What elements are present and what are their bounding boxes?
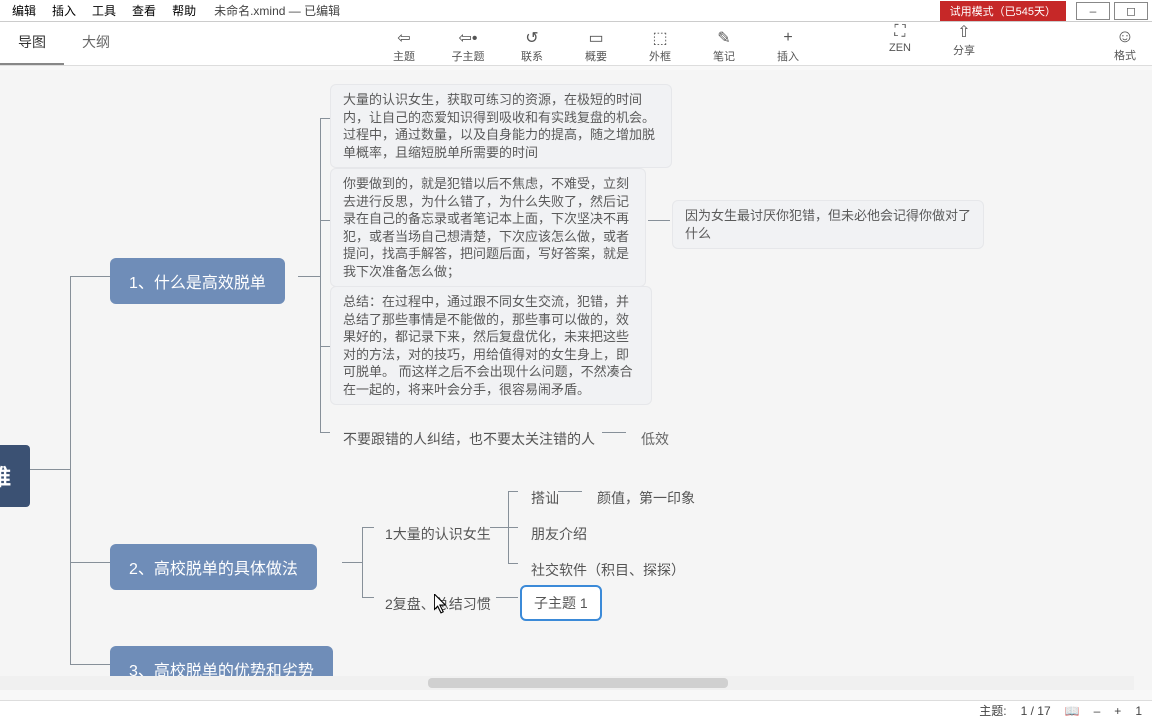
note-icon: ✎ [712,28,736,48]
zoom-percent[interactable]: 1 [1135,704,1142,718]
window-minimize[interactable]: – [1076,2,1110,20]
tab-outline[interactable]: 大纲 [64,22,128,65]
node-2b1-selected[interactable]: 子主题 1 [520,585,602,621]
topic-icon: ⇦ [392,28,416,48]
menu-edit[interactable]: 编辑 [4,0,44,21]
node-2a1[interactable]: 搭讪 [518,481,572,515]
node-2a2[interactable]: 朋友介绍 [518,517,600,551]
connector [320,118,330,119]
toolbar: ⇦主题 ⇦•子主题 ↺联系 ▭概要 ⬚外框 ✎笔记 +插入 ⛶ZEN ⇧分享 [200,22,992,70]
connector [70,562,110,563]
connector [30,469,70,470]
node-root[interactable]: 维 [0,445,30,507]
node-text-1b[interactable]: 你要做到的，就是犯错以后不焦虑，不难受，立刻去进行反思，为什么错了，为什么失败了… [330,168,646,287]
zoom-in-button[interactable]: + [1114,704,1121,718]
summary-icon: ▭ [584,28,608,48]
boundary-icon: ⬚ [648,28,672,48]
window-title: 未命名.xmind — 已编辑 [214,2,940,19]
tool-relationship[interactable]: ↺联系 [504,28,560,64]
tool-format[interactable]: ☺ 格式 [1102,22,1148,67]
menu-bar: 编辑 插入 工具 查看 帮助 未命名.xmind — 已编辑 试用模式（已545… [0,0,1152,22]
status-topic-count: 1 / 17 [1021,704,1051,718]
smile-icon: ☺ [1116,26,1134,47]
tool-boundary[interactable]: ⬚外框 [632,28,688,64]
connector [298,276,320,277]
node-branch-2[interactable]: 2、高校脱单的具体做法 [110,544,317,590]
tool-share[interactable]: ⇧分享 [936,22,992,58]
node-2a3[interactable]: 社交软件（积目、探探） [518,553,698,587]
connector [342,562,362,563]
relationship-icon: ↺ [520,28,544,48]
mindmap-canvas[interactable]: 维 1、什么是高效脱单 大量的认识女生，获取可练习的资源，在极短的时间内，让自己… [0,70,1152,690]
tool-note[interactable]: ✎笔记 [696,28,752,64]
share-icon: ⇧ [952,22,976,42]
tool-subtopic[interactable]: ⇦•子主题 [440,28,496,64]
connector [320,220,330,221]
connector [320,432,330,433]
connector [362,527,363,597]
trial-mode-badge[interactable]: 试用模式（已545天） [940,1,1066,21]
connector [70,664,110,665]
connector [508,527,518,528]
zen-icon: ⛶ [888,22,912,42]
connector [70,276,71,664]
tab-mindmap[interactable]: 导图 [0,22,64,65]
menu-view[interactable]: 查看 [124,0,164,21]
menu-tools[interactable]: 工具 [84,0,124,21]
connector [320,346,330,347]
horizontal-scrollbar[interactable] [0,676,1134,690]
connector [508,491,518,492]
node-text-1c[interactable]: 总结：在过程中，通过跟不同女生交流，犯错，并总结了那些事情是不能做的，那些事可以… [330,286,652,405]
tool-insert[interactable]: +插入 [760,28,816,64]
status-bar: 主题: 1 / 17 📖 – + 1 [0,700,1152,720]
node-text-1d[interactable]: 不要跟错的人纠结，也不要太关注错的人 [330,422,608,456]
connector [496,597,518,598]
plus-icon: + [776,28,800,48]
status-topic-label: 主题: [979,702,1006,719]
node-2a[interactable]: 1大量的认识女生 [372,517,504,551]
tool-topic[interactable]: ⇦主题 [376,28,432,64]
node-text-1d-child[interactable]: 低效 [628,422,682,456]
zoom-out-button[interactable]: – [1094,704,1101,718]
window-maximize[interactable]: ◻ [1114,2,1148,20]
tool-summary[interactable]: ▭概要 [568,28,624,64]
connector [602,432,626,433]
mouse-cursor-icon [434,594,448,614]
menu-insert[interactable]: 插入 [44,0,84,21]
tool-zen[interactable]: ⛶ZEN [872,22,928,58]
map-overview-icon[interactable]: 📖 [1065,704,1080,718]
scroll-thumb[interactable] [428,678,728,688]
node-branch-1[interactable]: 1、什么是高效脱单 [110,258,285,304]
connector [70,276,110,277]
connector [320,118,321,432]
connector [508,563,518,564]
connector [558,491,582,492]
connector [648,220,670,221]
node-text-1a[interactable]: 大量的认识女生，获取可练习的资源，在极短的时间内，让自己的恋爱知识得到吸收和有实… [330,84,672,168]
connector [490,527,508,528]
menu-help[interactable]: 帮助 [164,0,204,21]
subtopic-icon: ⇦• [456,28,480,48]
node-2a1-child[interactable]: 颜值，第一印象 [584,481,708,515]
node-text-1b-child[interactable]: 因为女生最讨厌你犯错，但未必他会记得你做对了什么 [672,200,984,249]
